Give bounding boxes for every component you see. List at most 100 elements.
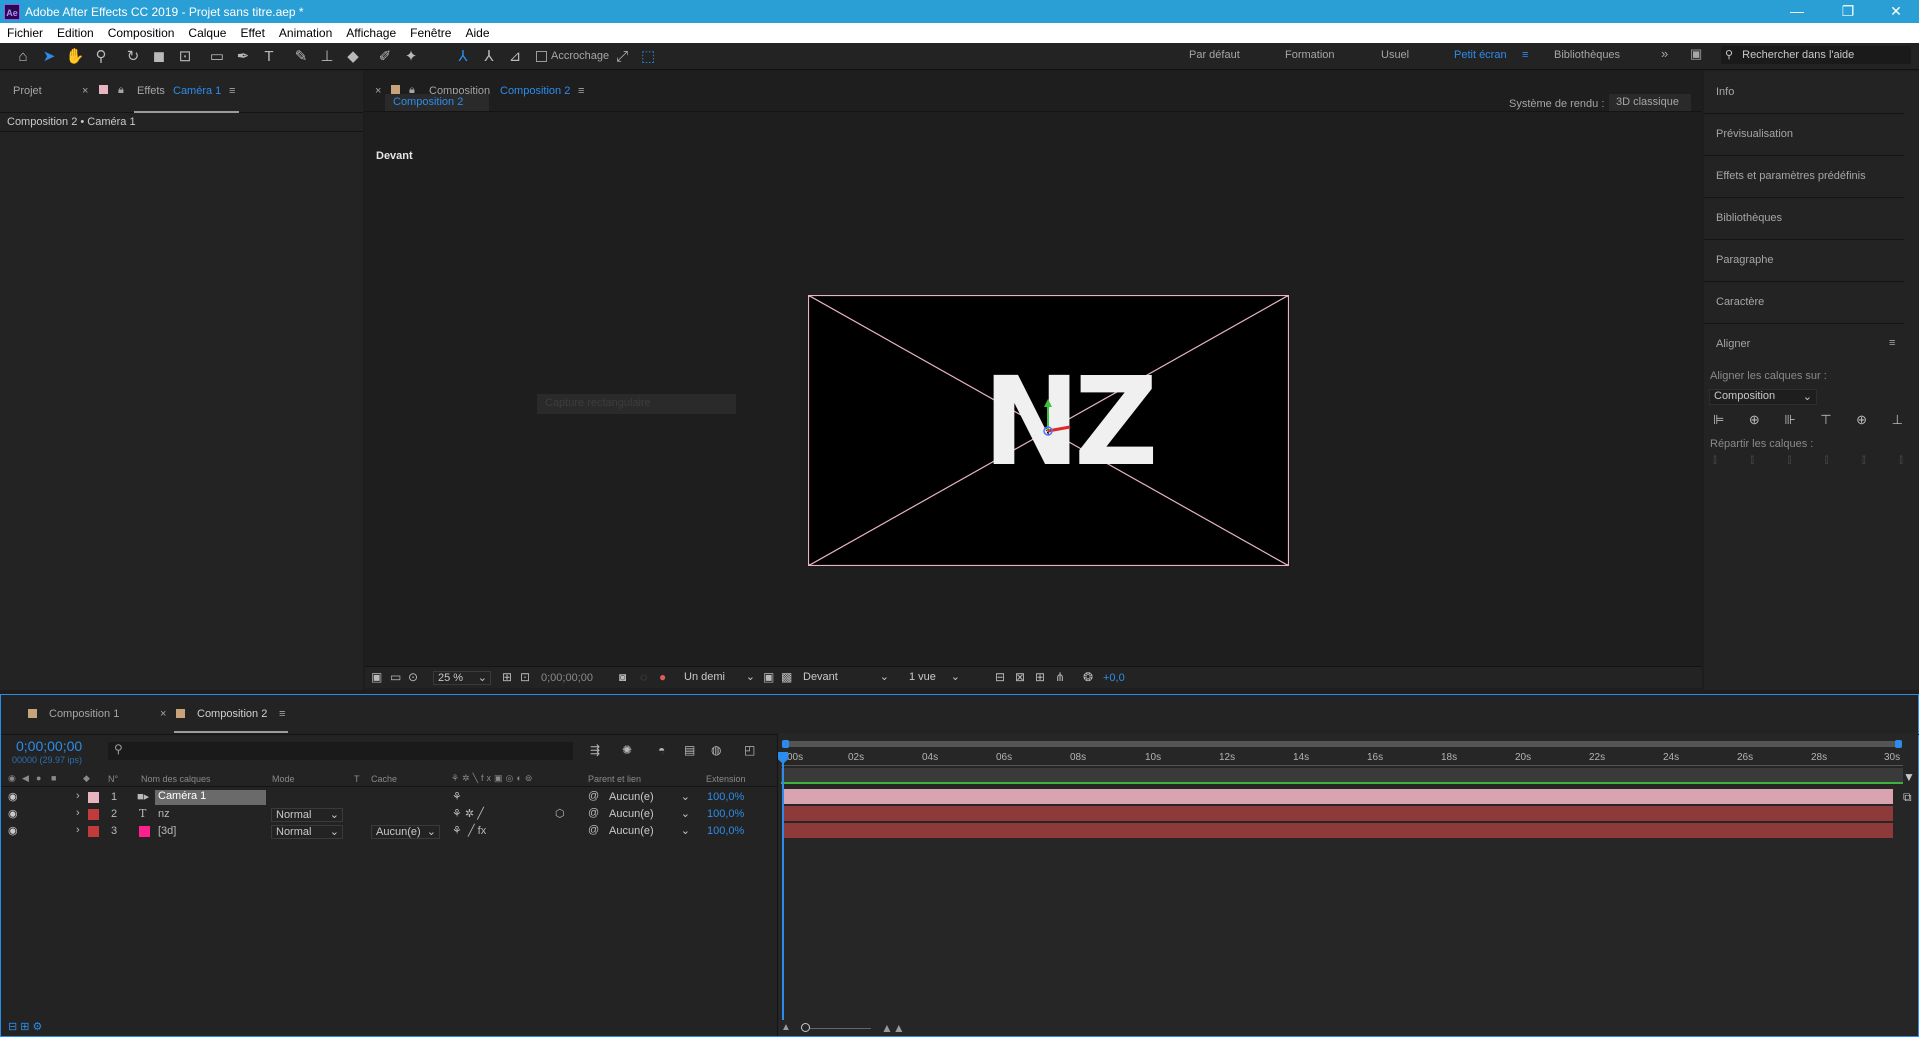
clone-stamp-tool-icon[interactable]: ⊥ (314, 45, 340, 67)
snap-option-icon[interactable]: ⤢ (609, 45, 635, 67)
pickwhip-icon[interactable]: @ (588, 824, 599, 836)
pen-tool-icon[interactable]: ✒ (230, 45, 256, 67)
paragraph-panel-header[interactable]: Paragraphe (1716, 254, 1774, 266)
draft-3d-icon[interactable]: ✺ (622, 743, 632, 757)
views-count-select[interactable]: 1 vue ⌄ (905, 671, 963, 685)
zoom-slider-thumb[interactable] (801, 1023, 810, 1032)
pickwhip-icon[interactable]: @ (588, 790, 599, 802)
comp-panel-menu-icon[interactable]: ≡ (578, 85, 584, 97)
eraser-tool-icon[interactable]: ◆ (340, 45, 366, 67)
menu-help[interactable]: Aide (458, 26, 496, 40)
layer-bar-nz[interactable] (783, 806, 1893, 821)
info-panel-header[interactable]: Info (1716, 86, 1734, 98)
work-area-start-handle[interactable] (782, 740, 789, 748)
comp-tab-name[interactable]: Composition 2 (500, 85, 570, 97)
minimize-button[interactable]: — (1775, 0, 1819, 23)
work-area-bar[interactable] (782, 741, 1901, 747)
channels-icon[interactable]: ● (659, 670, 666, 684)
restore-button[interactable]: ❐ (1826, 0, 1870, 23)
rotate-tool-icon[interactable]: ↻ (120, 45, 146, 67)
brush-tool-icon[interactable]: ✎ (288, 45, 314, 67)
more-workspaces-icon[interactable]: » (1661, 46, 1668, 61)
menu-composition[interactable]: Composition (101, 26, 182, 40)
pickwhip-icon[interactable]: @ (588, 807, 599, 819)
parent-select[interactable]: Aucun(e) ⌄ (605, 825, 693, 839)
fit-icon[interactable]: ⊞ (502, 670, 512, 684)
preview-panel-header[interactable]: Prévisualisation (1716, 128, 1793, 140)
close-timeline-tab-icon[interactable]: × (160, 708, 166, 720)
world-axis-icon[interactable]: ⅄ (476, 45, 502, 67)
lock-icon[interactable]: 🔒︎ (118, 84, 124, 97)
stretch-value[interactable]: 100,0% (707, 808, 744, 820)
workspace-default[interactable]: Par défaut (1189, 49, 1240, 61)
align-hcenter-icon[interactable]: ⊕ (1749, 412, 1760, 428)
layer-bar-3d[interactable] (783, 823, 1893, 838)
exposure-value[interactable]: +0,0 (1103, 672, 1125, 684)
workspace-standard[interactable]: Usuel (1381, 49, 1409, 61)
tab-composition-2[interactable]: Composition 2 (197, 708, 267, 720)
align-panel-menu-icon[interactable]: ≡ (1889, 337, 1895, 349)
safe-area-icon[interactable]: ⊡ (520, 670, 530, 684)
hand-tool-icon[interactable]: ✋ (62, 45, 88, 67)
tab-effects-prefix[interactable]: Effets (137, 85, 165, 97)
align-vcenter-icon[interactable]: ⊕ (1856, 412, 1867, 428)
search-toggle-icon[interactable]: ▣ (1690, 46, 1702, 62)
eye-icon[interactable]: ◉ (8, 824, 18, 837)
vr-viewer-icon[interactable]: ⊙ (408, 670, 418, 684)
align-panel-header[interactable]: Aligner (1716, 338, 1750, 350)
layer-name[interactable]: nz (158, 808, 170, 820)
view-select[interactable]: Devant ⌄ (799, 671, 892, 685)
stretch-value[interactable]: 100,0% (707, 791, 744, 803)
text-tool-icon[interactable]: T (256, 45, 282, 67)
align-right-icon[interactable]: ⊪ (1784, 412, 1795, 428)
layer-label-color[interactable] (88, 809, 99, 820)
layer-label-color[interactable] (88, 792, 99, 803)
blend-mode-select[interactable]: Normal ⌄ (271, 808, 343, 822)
collapse-switch-icon[interactable]: ⚘ ╱ fx (452, 824, 486, 837)
tab-effects-target[interactable]: Caméra 1 (173, 85, 221, 97)
panel-menu-icon[interactable]: ≡ (229, 85, 235, 97)
menu-animation[interactable]: Animation (272, 26, 339, 40)
comp-mini-flowchart-icon[interactable]: ⇶ (590, 743, 600, 757)
character-panel-header[interactable]: Caractère (1716, 296, 1764, 308)
view-axis-icon[interactable]: ⊿ (502, 45, 528, 67)
timeline-icon[interactable]: ⊞ (1035, 670, 1045, 684)
work-area-end-handle[interactable] (1895, 740, 1902, 748)
layer-name[interactable]: Caméra 1 (155, 790, 266, 805)
distribute-bottom-icon[interactable]: ⫾ (1787, 452, 1791, 466)
toggle-pixel-aspect-icon[interactable]: ⊟ (995, 670, 1005, 684)
always-preview-icon[interactable]: ▣ (371, 670, 382, 684)
zoom-select[interactable]: 25 % ⌄ (433, 671, 491, 685)
distribute-hcenter-icon[interactable]: ⫾ (1862, 452, 1866, 466)
layer-name[interactable]: [3d] (158, 825, 176, 837)
playhead[interactable] (782, 752, 784, 1020)
close-tab-icon[interactable]: × (82, 85, 88, 97)
puppet-pin-tool-icon[interactable]: ✦ (398, 45, 424, 67)
renderer-select[interactable]: 3D classique (1609, 94, 1691, 111)
flowchart-icon[interactable]: ⋔ (1055, 670, 1065, 684)
menu-file[interactable]: Fichier (0, 26, 50, 40)
time-ruler[interactable] (781, 750, 1903, 766)
menu-edit[interactable]: Edition (50, 26, 101, 40)
align-left-icon[interactable]: ⊫ (1713, 412, 1724, 428)
resolution-select[interactable]: Un demi ⌄ (680, 671, 758, 685)
transparency-grid-icon[interactable]: ▩ (781, 670, 792, 684)
tab-project[interactable]: Projet (13, 85, 42, 97)
zoom-tool-icon[interactable]: ⚲ (88, 45, 114, 67)
layer-search-input[interactable]: ⚲ (108, 742, 573, 760)
menu-effect[interactable]: Effet (233, 26, 271, 40)
workspace-menu-icon[interactable]: ≡ (1522, 49, 1528, 61)
comp-subtab[interactable]: Composition 2 (385, 94, 489, 111)
align-bottom-icon[interactable]: ⊥ (1892, 412, 1903, 428)
align-top-icon[interactable]: ⊤ (1820, 412, 1831, 428)
snapshot-icon[interactable]: ◙ (619, 670, 626, 684)
track-matte-select[interactable]: Aucun(e) ⌄ (371, 825, 440, 839)
expand-chevron-icon[interactable]: › (76, 807, 80, 819)
stretch-value[interactable]: 100,0% (707, 825, 744, 837)
close-window-button[interactable]: ✕ (1874, 0, 1918, 23)
distribute-right-icon[interactable]: ⫾ (1899, 452, 1903, 466)
roto-brush-tool-icon[interactable]: ✐ (372, 45, 398, 67)
graph-editor-icon[interactable]: ◰ (744, 743, 755, 757)
menu-view[interactable]: Affichage (339, 26, 403, 40)
blend-mode-select[interactable]: Normal ⌄ (271, 825, 343, 839)
